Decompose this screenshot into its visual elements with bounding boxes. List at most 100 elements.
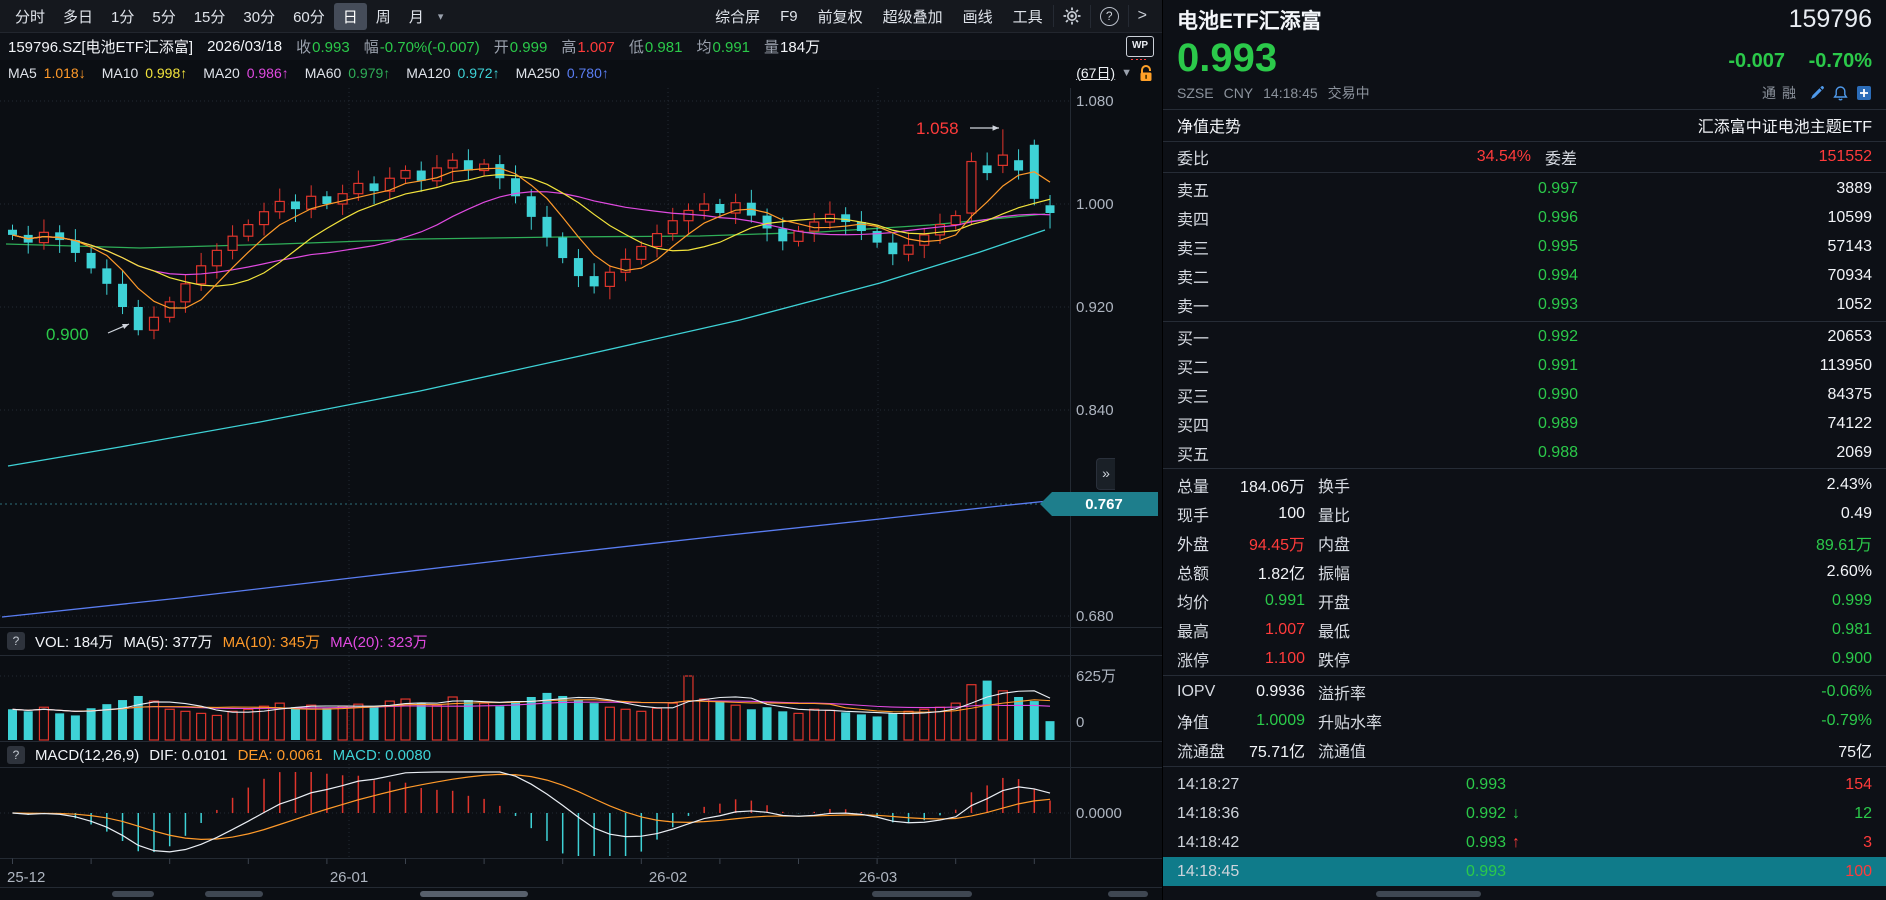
range-selector[interactable]: (67日) ▼ (1076, 63, 1154, 83)
quote-field-5: 均0.991 (696, 36, 750, 57)
ma-label: MA5 (8, 65, 37, 81)
ma-value: 0.998↑ (141, 65, 187, 81)
period-tab-0[interactable]: 分时 (6, 3, 54, 30)
stat-label-2: 最低 (1314, 618, 1422, 642)
ma-value: 0.979↑ (344, 65, 390, 81)
bid-row-2[interactable]: 买三0.99084375 (1177, 380, 1872, 409)
tick-row-2: 14:18:420.993↑3 (1177, 828, 1872, 857)
svg-text:0.840: 0.840 (1076, 402, 1114, 419)
tick-direction-icon: ↓ (1506, 805, 1536, 823)
tick-qty: 3 (1536, 834, 1872, 852)
bid-price[interactable]: 0.988 (1225, 444, 1578, 462)
period-tab-9[interactable]: 月 (400, 3, 433, 30)
ask-row-1[interactable]: 卖四0.99610599 (1177, 203, 1872, 232)
help-icon[interactable]: ? (7, 746, 25, 764)
action-button-3[interactable]: 超级叠加 (873, 3, 953, 30)
help-icon[interactable]: ? (7, 632, 25, 650)
bid-price[interactable]: 0.990 (1225, 386, 1578, 404)
ask-price[interactable]: 0.994 (1225, 267, 1578, 285)
stat-label-2: 内盘 (1314, 531, 1422, 555)
bid-price[interactable]: 0.992 (1225, 328, 1578, 346)
more-button[interactable]: > (1128, 5, 1156, 27)
stat-value-2: 0.981 (1422, 621, 1872, 639)
ma-value: 0.780↑ (563, 65, 609, 81)
stat-value: 184.06万 (1227, 473, 1305, 497)
period-tab-3[interactable]: 5分 (143, 3, 184, 30)
action-button-2[interactable]: 前复权 (808, 3, 873, 30)
quote-field-label: 幅 (364, 39, 379, 56)
scrollbar-thumb[interactable] (1376, 891, 1481, 897)
collapse-panel-handle[interactable]: » (1096, 458, 1115, 490)
period-tab-4[interactable]: 15分 (185, 3, 235, 30)
bid-row-0[interactable]: 买一0.99220653 (1177, 322, 1872, 351)
bid-price[interactable]: 0.991 (1225, 357, 1578, 375)
quote-field-6: 量184万 (764, 36, 820, 57)
macd-pane-header: ? MACD(12,26,9) DIF: 0.0101 DEA: 0.0061 … (0, 742, 1162, 768)
period-tab-5[interactable]: 30分 (234, 3, 284, 30)
unlock-icon[interactable] (1138, 64, 1154, 82)
ask-price[interactable]: 0.995 (1225, 238, 1578, 256)
ask-qty: 70934 (1578, 267, 1872, 285)
wp-monitor-icon[interactable]: WP (1126, 36, 1154, 57)
svg-text:26-03: 26-03 (859, 869, 897, 886)
edit-pencil-icon[interactable] (1809, 85, 1825, 101)
panel-scrollbar[interactable] (1163, 888, 1886, 900)
action-button-0[interactable]: 综合屏 (705, 3, 770, 30)
svg-text:1.000: 1.000 (1076, 196, 1114, 213)
weibi-value: 34.54% (1225, 148, 1531, 166)
period-tab-1[interactable]: 多日 (54, 3, 102, 30)
nav-trend-tab[interactable]: 净值走势 (1177, 113, 1698, 137)
help-button[interactable]: ? (1090, 5, 1128, 28)
bid-qty: 20653 (1578, 328, 1872, 346)
bid-price[interactable]: 0.989 (1225, 415, 1578, 433)
stats-block-2: IOPV0.9936溢折率-0.06%净值1.0009升贴水率-0.79%流通盘… (1163, 677, 1886, 764)
bid-row-4[interactable]: 买五0.9882069 (1177, 438, 1872, 467)
svg-text:625万: 625万 (1076, 668, 1116, 685)
period-dropdown-caret[interactable]: ▾ (433, 7, 449, 26)
tick-time: 14:18:36 (1177, 805, 1265, 823)
period-tab-8[interactable]: 周 (367, 3, 400, 30)
ask-row-2[interactable]: 卖三0.99557143 (1177, 232, 1872, 261)
svg-text:0.680: 0.680 (1076, 608, 1114, 625)
tick-qty: 100 (1536, 863, 1872, 881)
stat-row-1-4: 均价0.991开盘0.999 (1177, 586, 1872, 615)
ask-price[interactable]: 0.996 (1225, 209, 1578, 227)
quote-info-bar: 159796.SZ[电池ETF汇添富] 2026/03/18 收0.993幅-0… (0, 33, 1162, 60)
stat-label: 外盘 (1177, 531, 1227, 555)
add-watchlist-icon[interactable] (1856, 85, 1872, 101)
bid-label: 买三 (1177, 383, 1225, 407)
nav-tab-row[interactable]: 净值走势 汇添富中证电池主题ETF (1163, 110, 1886, 140)
action-button-1[interactable]: F9 (770, 5, 808, 28)
macd-dif: DIF: 0.0101 (149, 747, 227, 764)
alert-bell-icon[interactable] (1832, 85, 1849, 102)
ask-price[interactable]: 0.993 (1225, 296, 1578, 314)
range-label: (67日) (1076, 63, 1115, 83)
ask-row-4[interactable]: 卖一0.9931052 (1177, 290, 1872, 319)
bid-label: 买四 (1177, 412, 1225, 436)
period-tab-7[interactable]: 日 (334, 3, 367, 30)
action-button-4[interactable]: 画线 (953, 3, 1003, 30)
weibi-row: 委比 34.54% 委差 151552 (1163, 142, 1886, 172)
svg-text:0.900: 0.900 (46, 325, 89, 344)
stats-block-1: 总量184.06万换手2.43%现手100量比0.49外盘94.45万内盘89.… (1163, 470, 1886, 673)
ask-qty: 1052 (1578, 296, 1872, 314)
settings-button[interactable] (1053, 5, 1090, 27)
tick-row-0: 14:18:270.993154 (1177, 770, 1872, 799)
bid-row-3[interactable]: 买四0.98974122 (1177, 409, 1872, 438)
stat-value: 0.991 (1227, 592, 1305, 610)
quote-field-label: 低 (629, 39, 644, 56)
period-tab-2[interactable]: 1分 (102, 3, 143, 30)
stat-value: 100 (1227, 505, 1305, 523)
stat-row-1-5: 最高1.007最低0.981 (1177, 615, 1872, 644)
period-tab-6[interactable]: 60分 (284, 3, 334, 30)
action-button-5[interactable]: 工具 (1003, 3, 1053, 30)
ask-row-0[interactable]: 卖五0.9973889 (1177, 174, 1872, 203)
quote-field-value: 1.007 (577, 39, 615, 56)
quote-field-value: 0.981 (645, 39, 683, 56)
bid-row-1[interactable]: 买二0.991113950 (1177, 351, 1872, 380)
ask-row-3[interactable]: 卖二0.99470934 (1177, 261, 1872, 290)
gear-icon (1063, 7, 1081, 25)
ma-value: 0.972↑ (454, 65, 500, 81)
ask-price[interactable]: 0.997 (1225, 180, 1578, 198)
triangle-down-icon: ▼ (1121, 67, 1132, 79)
